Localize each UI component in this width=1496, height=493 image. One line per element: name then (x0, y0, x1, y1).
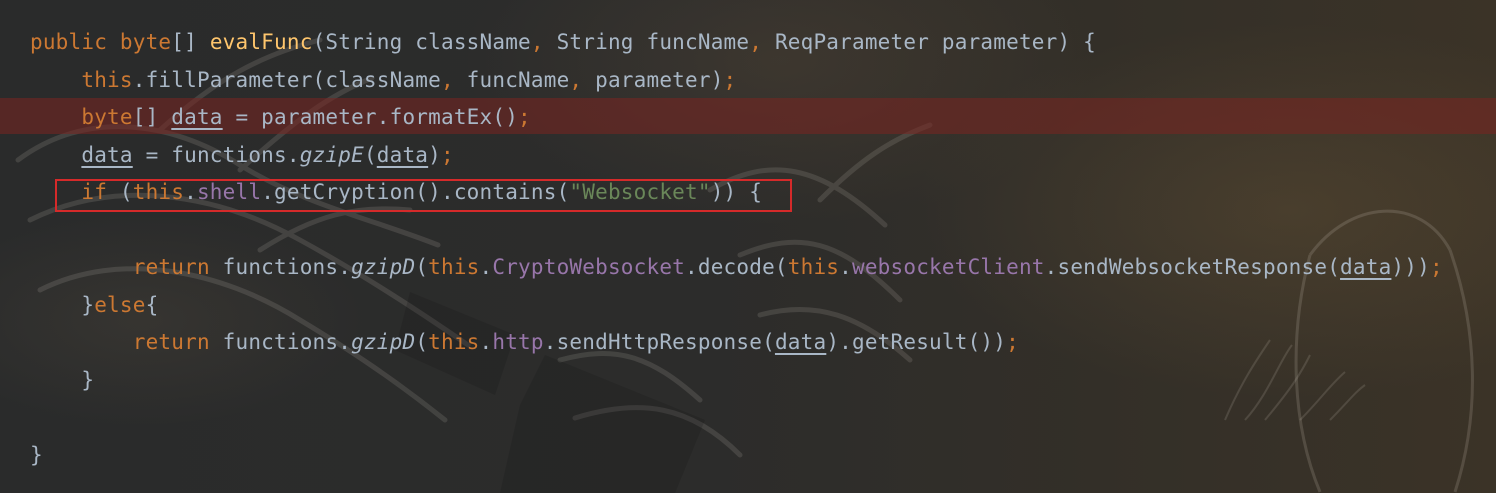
code-token: data (774, 330, 827, 354)
code-token: byte (81, 105, 133, 129)
code-line[interactable] (30, 212, 1470, 250)
code-token: return (132, 255, 223, 279)
code-token: ).getResult()) (826, 330, 1007, 354)
code-token: ; (723, 67, 737, 92)
code-token: websocketClient (852, 255, 1045, 279)
code-token: . (479, 255, 493, 279)
code-token: ( (415, 255, 429, 279)
code-token: [] (171, 30, 210, 54)
code-token: ; (441, 142, 454, 167)
code-token: gzipD (351, 330, 416, 354)
code-token: gzipD (351, 255, 416, 279)
code-token: else (94, 292, 146, 317)
code-token: , (440, 67, 467, 92)
code-token: http (492, 330, 544, 354)
code-token: functions. (222, 330, 352, 354)
code-area[interactable]: public byte[] evalFunc(String className,… (30, 24, 1470, 474)
code-token: byte (119, 30, 172, 54)
code-token: gzipE (299, 142, 364, 167)
code-line[interactable]: public byte[] evalFunc(String className,… (30, 24, 1470, 62)
code-token: .decode( (685, 255, 788, 279)
code-token: . (479, 330, 493, 354)
code-token: , (569, 67, 596, 92)
code-token: return (132, 330, 223, 354)
code-token: . (839, 255, 852, 279)
code-token: } (30, 442, 43, 467)
code-token: this (787, 255, 840, 279)
code-token: this (81, 67, 133, 92)
code-token: this (428, 255, 480, 279)
code-token: ; (518, 105, 531, 129)
code-token: ) (428, 142, 441, 167)
code-token: { (145, 292, 159, 317)
code-line[interactable] (30, 399, 1470, 437)
code-token: data (171, 105, 223, 129)
code-token: ; (1006, 330, 1019, 354)
code-token: parameter) (595, 67, 724, 92)
code-token: = functions. (132, 142, 300, 167)
code-line[interactable]: } (30, 362, 1470, 400)
code-line[interactable]: }else{ (30, 287, 1470, 325)
annotation-red-box (55, 179, 792, 212)
code-token: data (1340, 255, 1392, 279)
code-token: CryptoWebsocket (492, 255, 686, 279)
code-token: this (428, 330, 480, 354)
code-line[interactable]: byte[] data = parameter.formatEx(); (30, 99, 1470, 137)
code-editor[interactable]: public byte[] evalFunc(String className,… (0, 0, 1496, 493)
code-token: funcName (466, 67, 570, 92)
code-token: ))) (1391, 255, 1430, 279)
code-token: ( (415, 330, 429, 354)
code-token: , (530, 30, 557, 54)
code-line[interactable]: data = functions.gzipE(data); (30, 137, 1470, 175)
code-token: .sendHttpResponse( (543, 330, 775, 354)
code-token: } (30, 367, 95, 392)
code-line[interactable]: } (30, 437, 1470, 475)
code-token: , (749, 30, 775, 54)
code-token: data (376, 142, 429, 167)
code-token: evalFunc (209, 30, 313, 54)
code-line[interactable]: return functions.gzipD(this.CryptoWebsoc… (30, 249, 1470, 287)
code-token: ( (363, 142, 377, 167)
code-token: } (30, 292, 95, 317)
code-token: data (81, 142, 133, 167)
code-token: ReqParameter parameter) { (774, 30, 1097, 54)
code-token: = parameter.formatEx() (222, 105, 519, 129)
code-token: .sendWebsocketResponse( (1044, 255, 1341, 279)
code-token: (String className (312, 30, 531, 54)
code-token: .fillParameter(className (132, 67, 441, 92)
code-token: functions. (222, 255, 352, 279)
code-token: String funcName (556, 30, 750, 54)
code-token: ; (1429, 255, 1443, 279)
code-line[interactable]: return functions.gzipD(this.http.sendHtt… (30, 324, 1470, 362)
code-line[interactable]: this.fillParameter(className, funcName, … (30, 62, 1470, 100)
code-token: public (30, 30, 120, 54)
code-token: [] (132, 105, 172, 129)
